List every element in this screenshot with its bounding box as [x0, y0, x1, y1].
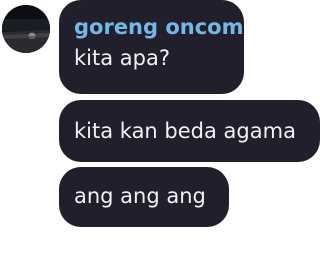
message-text: kita apa? [74, 46, 170, 70]
chat-thread: goreng oncom kita apa? kita kan beda aga… [0, 0, 320, 279]
message-text: ang ang ang [74, 184, 206, 208]
message-bubble[interactable]: kita kan beda agama [59, 100, 320, 162]
user-avatar-icon [2, 5, 50, 53]
avatar[interactable] [2, 5, 50, 53]
message-bubble[interactable]: goreng oncom kita apa? [59, 0, 244, 94]
message-bubble[interactable]: ang ang ang [59, 167, 229, 227]
message-text: kita kan beda agama [74, 119, 296, 143]
sender-name[interactable]: goreng oncom [74, 14, 244, 40]
